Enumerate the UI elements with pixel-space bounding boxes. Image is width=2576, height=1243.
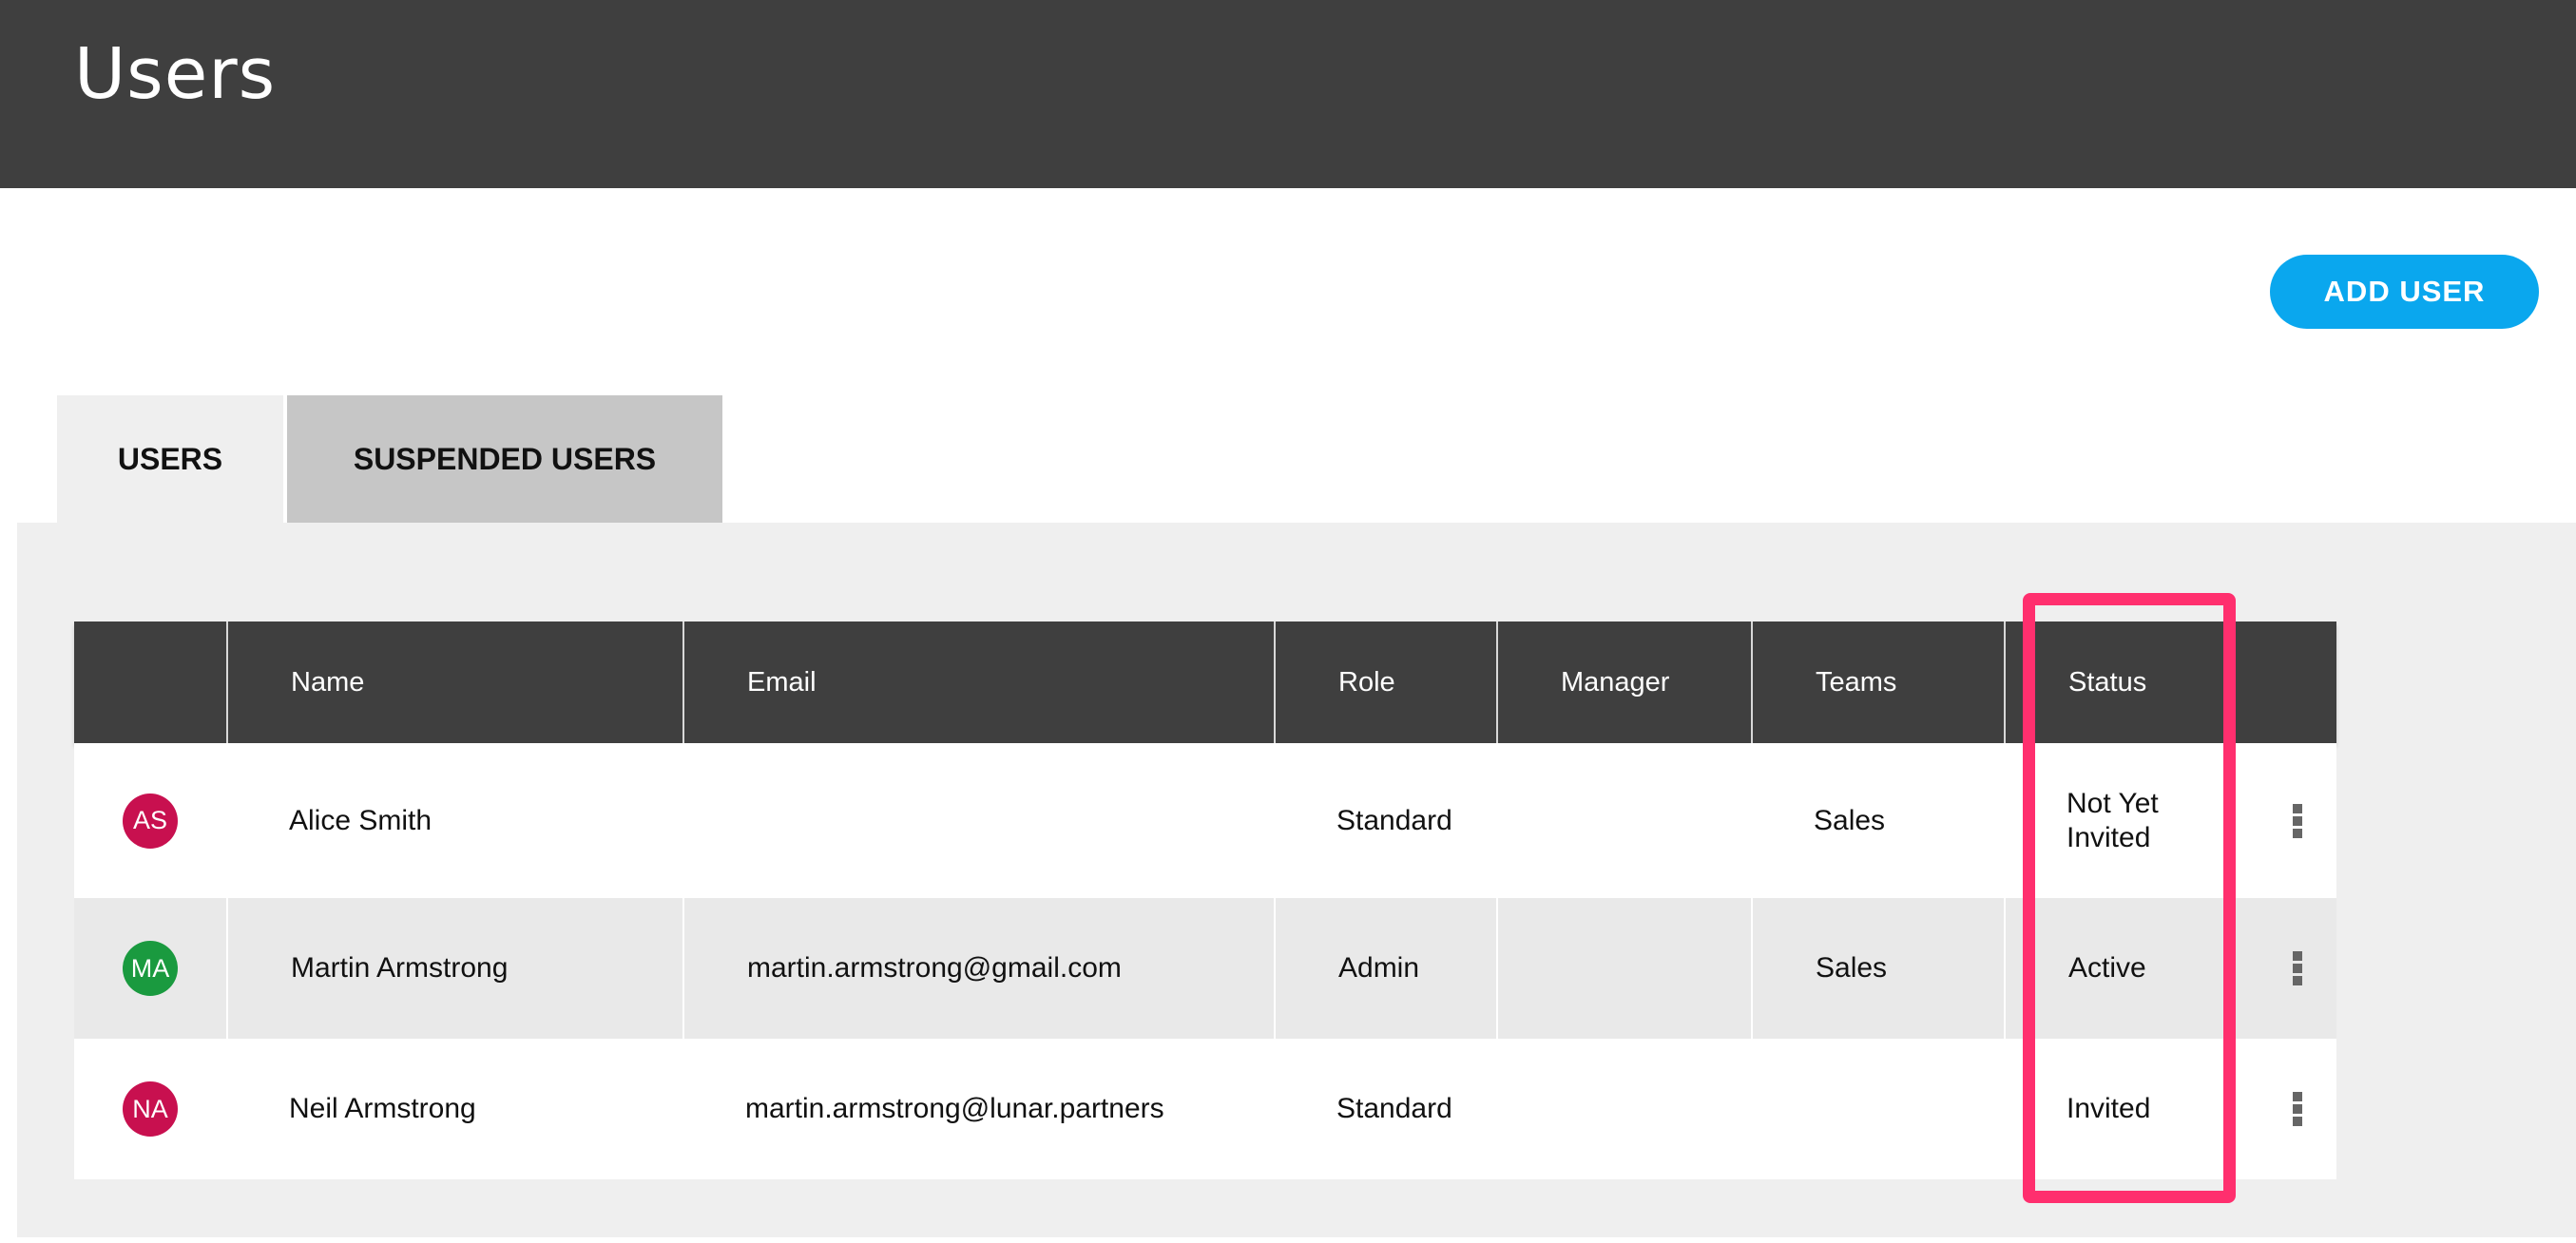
column-header-status[interactable]: Status [2004, 622, 2336, 743]
table-row[interactable]: NA Neil Armstrong martin.armstrong@lunar… [74, 1039, 2336, 1179]
user-email [682, 743, 1274, 898]
kebab-menu-icon[interactable] [2293, 803, 2304, 838]
tab-users[interactable]: USERS [57, 395, 283, 523]
table-row[interactable]: AS Alice Smith Standard Sales Not Yet In… [74, 743, 2336, 898]
kebab-menu-icon[interactable] [2293, 1092, 2304, 1126]
column-header-role[interactable]: Role [1274, 622, 1496, 743]
user-manager [1496, 1039, 1751, 1179]
user-status: Not Yet Invited [2067, 787, 2159, 853]
column-header-teams[interactable]: Teams [1751, 622, 2004, 743]
avatar: AS [123, 793, 178, 849]
user-role: Admin [1274, 898, 1496, 1039]
avatar: MA [123, 941, 178, 996]
user-name: Neil Armstrong [289, 1093, 476, 1124]
column-header-manager[interactable]: Manager [1496, 622, 1751, 743]
user-teams: Sales [1814, 804, 1886, 836]
page-title: Users [74, 33, 277, 115]
table-row[interactable]: MA Martin Armstrong martin.armstrong@gma… [74, 898, 2336, 1039]
user-manager [1496, 743, 1751, 898]
add-user-button[interactable]: ADD USER [2270, 255, 2539, 329]
user-name: Martin Armstrong [226, 898, 682, 1039]
user-email: martin.armstrong@lunar.partners [745, 1093, 1164, 1124]
table-header: Name Email Role Manager Teams Status [74, 622, 2336, 743]
user-teams [1751, 1039, 2004, 1179]
user-role: Standard [1336, 1093, 1452, 1124]
column-header-email[interactable]: Email [682, 622, 1274, 743]
avatar: NA [123, 1081, 178, 1137]
users-table: Name Email Role Manager Teams Status AS … [74, 622, 2336, 1179]
tab-suspended-users[interactable]: SUSPENDED USERS [287, 395, 722, 523]
user-email: martin.armstrong@gmail.com [682, 898, 1274, 1039]
avatar-column-header [74, 622, 226, 743]
user-role: Standard [1336, 804, 1452, 836]
user-manager [1496, 898, 1751, 1039]
user-status: Active [2004, 898, 2194, 1039]
top-bar: Users [0, 0, 2576, 188]
column-header-name[interactable]: Name [226, 622, 682, 743]
user-teams: Sales [1751, 898, 2004, 1039]
user-name: Alice Smith [289, 804, 433, 836]
kebab-menu-icon[interactable] [2293, 951, 2304, 985]
user-status: Invited [2067, 1093, 2151, 1124]
